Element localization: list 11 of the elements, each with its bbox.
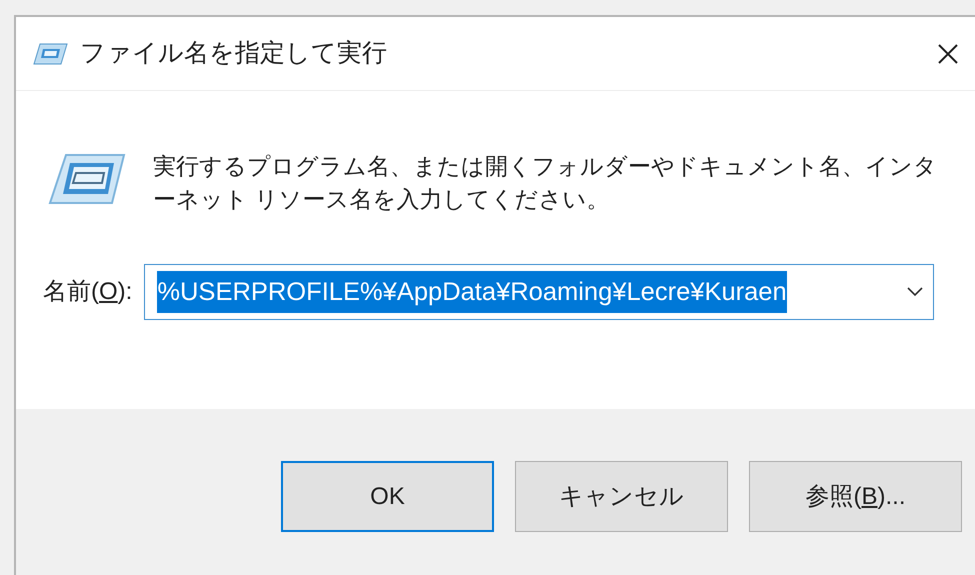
name-label: 名前(O):: [43, 277, 132, 307]
run-app-icon: [32, 42, 68, 66]
name-value: %USERPROFILE%¥AppData¥Roaming¥Lecre¥Kuraen: [157, 270, 787, 314]
dialog-button[interactable]: キャンセル: [515, 461, 728, 532]
dialog-button[interactable]: 参照(B)...: [749, 461, 962, 532]
instruction-text: 実行するプログラム名、または開くフォルダーやドキュメント名、インターネット リソース名を入力してください。: [153, 152, 938, 214]
name-combobox[interactable]: %USERPROFILE%¥AppData¥Roaming¥Lecre¥Kuraen: [144, 264, 934, 320]
dialog-button[interactable]: OK: [281, 461, 494, 532]
run-app-icon: [46, 153, 126, 205]
dropdown-chevron-icon[interactable]: [907, 287, 924, 297]
window-title: ファイル名を指定して実行: [80, 38, 387, 69]
